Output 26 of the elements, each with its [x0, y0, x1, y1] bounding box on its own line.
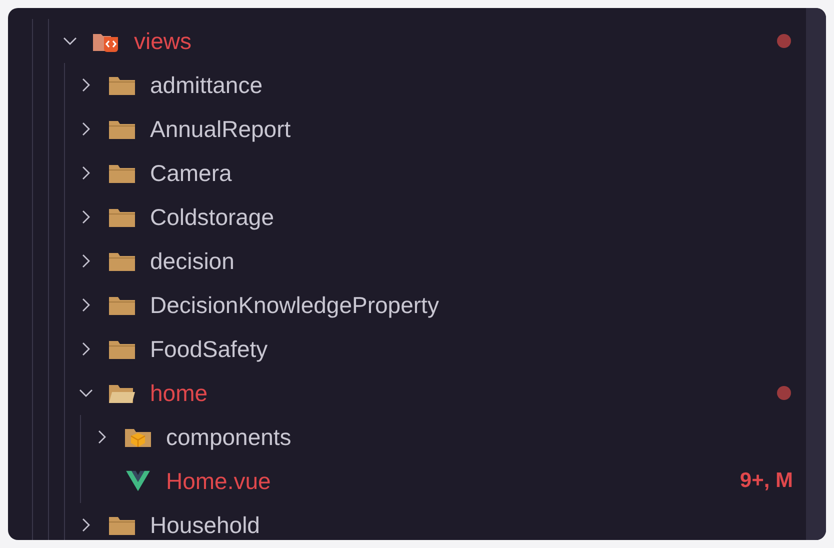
folder-icon: [108, 294, 136, 316]
tree-item-label[interactable]: DecisionKnowledgeProperty: [150, 283, 439, 327]
vue-logo-icon: [124, 470, 152, 492]
folder-icon: [108, 118, 136, 140]
tree-item-label[interactable]: FoodSafety: [150, 327, 268, 371]
folder-icon: [108, 162, 136, 184]
tree-item-label[interactable]: AnnualReport: [150, 107, 291, 151]
folder-icon: [108, 206, 136, 228]
tree-item-label[interactable]: Home.vue: [166, 459, 271, 503]
tree-item-label[interactable]: admittance: [150, 63, 263, 107]
folder-icon: [108, 514, 136, 536]
tree-item-label[interactable]: components: [166, 415, 292, 459]
git-status-text: 9+, M: [740, 468, 793, 494]
tree-item-label[interactable]: Coldstorage: [150, 195, 274, 239]
folder-icon: [108, 250, 136, 272]
folder-with-cubes-icon: [124, 426, 152, 448]
modified-dot: [777, 386, 791, 400]
folder-icon: [108, 338, 136, 360]
folder-icon: [108, 74, 136, 96]
tree-item-label[interactable]: home: [150, 371, 208, 415]
tree-item-label[interactable]: Household: [150, 503, 260, 540]
tree-item-label[interactable]: decision: [150, 239, 234, 283]
tree-item-label[interactable]: Camera: [150, 151, 232, 195]
open-folder-icon: [108, 382, 136, 404]
modified-dot: [777, 34, 791, 48]
tree-item-label[interactable]: views: [134, 19, 192, 63]
